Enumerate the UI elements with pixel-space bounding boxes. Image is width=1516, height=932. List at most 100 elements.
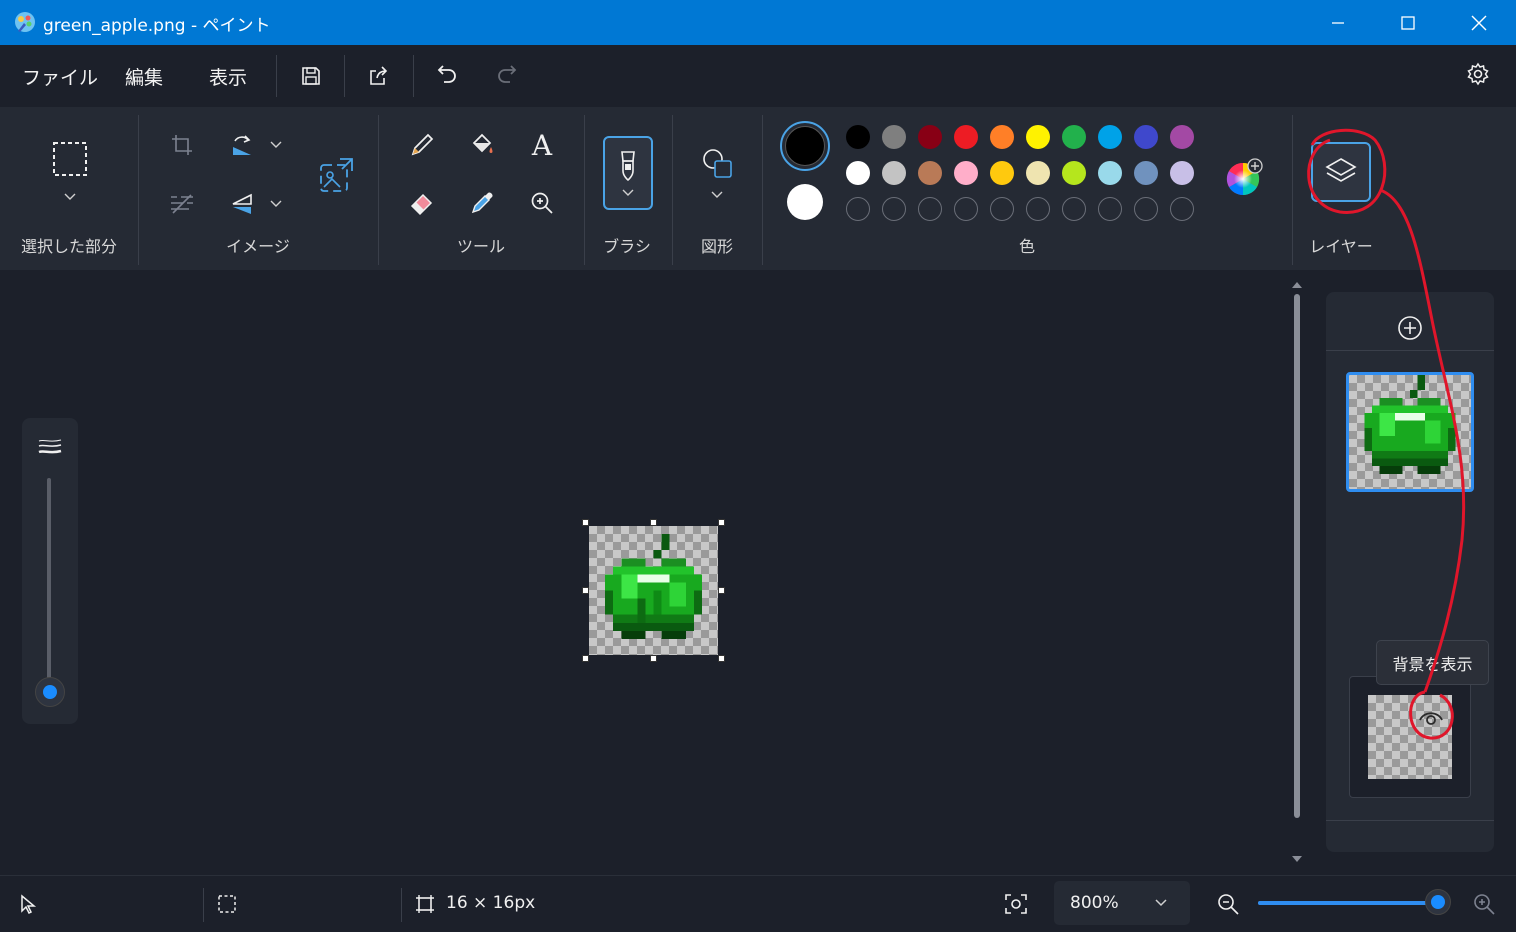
status-divider [203,888,204,922]
selection-button[interactable] [48,137,92,181]
add-layer-button[interactable] [1396,314,1424,342]
color-swatch[interactable] [918,125,942,149]
shapes-dropdown[interactable] [707,185,727,205]
canvas-size-button[interactable] [413,892,437,916]
color-swatch[interactable] [1170,125,1194,149]
share-icon [370,66,388,85]
color-swatch[interactable] [846,161,870,185]
minimize-button[interactable] [1303,0,1373,45]
custom-color-slot[interactable] [1062,197,1086,221]
resize-handle[interactable] [582,587,589,594]
rotate-button[interactable] [226,129,258,161]
custom-color-slot[interactable] [1026,197,1050,221]
brush-button[interactable] [603,136,653,210]
remove-background-button[interactable] [166,188,198,220]
color-swatch[interactable] [1098,161,1122,185]
menu-file[interactable]: ファイル [22,63,98,90]
color-swatch[interactable] [882,125,906,149]
color-swatch[interactable] [1026,161,1050,185]
show-background-button[interactable] [1416,705,1446,729]
eye-icon [1419,712,1443,725]
zoom-dropdown[interactable]: 800% [1054,881,1190,925]
resize-handle[interactable] [718,519,725,526]
maximize-button[interactable] [1373,0,1443,45]
primary-color-button[interactable] [780,121,830,171]
share-button[interactable] [361,59,395,93]
menu-view[interactable]: 表示 [209,63,247,90]
zoom-slider-track[interactable] [1258,901,1440,905]
selection-dropdown[interactable] [60,187,80,207]
brush-size-track[interactable] [47,478,51,706]
close-button[interactable] [1444,0,1514,45]
pencil-button[interactable] [404,127,440,163]
color-swatch[interactable] [1134,161,1158,185]
canvas-size-text: 16 × 16px [446,893,536,913]
resize-handle[interactable] [582,655,589,662]
custom-color-slot[interactable] [1134,197,1158,221]
undo-button[interactable] [430,57,464,91]
layer-apple-preview [1364,375,1456,474]
color-swatch[interactable] [1026,125,1050,149]
custom-color-slot[interactable] [1098,197,1122,221]
redo-icon [498,65,517,83]
color-swatch[interactable] [1062,125,1086,149]
text-button[interactable]: A [524,127,560,163]
resize-button[interactable] [314,153,358,197]
magnifier-button[interactable] [524,185,560,221]
scrollbar-thumb[interactable] [1294,294,1300,818]
zoom-slider-thumb[interactable] [1425,889,1452,915]
vertical-scrollbar[interactable] [1290,278,1304,868]
shapes-button[interactable] [697,143,737,183]
brush-size-thumb[interactable] [35,677,65,707]
zoom-in-button[interactable] [1470,890,1498,918]
color-swatch[interactable] [1134,125,1158,149]
scroll-up-icon[interactable] [1291,280,1303,290]
flip-dropdown[interactable] [266,194,286,214]
canvas-image[interactable] [589,526,718,655]
color-swatch[interactable] [990,161,1014,185]
color-picker-button[interactable] [464,185,500,221]
color-swatch[interactable] [1170,161,1194,185]
scroll-down-icon[interactable] [1291,854,1303,864]
color-swatch[interactable] [990,125,1014,149]
custom-color-slot[interactable] [882,197,906,221]
menu-edit[interactable]: 編集 [125,63,163,90]
color-swatch[interactable] [954,161,978,185]
color-swatch[interactable] [1062,161,1086,185]
secondary-color-button[interactable] [785,182,825,222]
fit-to-window-button[interactable] [1002,890,1030,918]
resize-handle[interactable] [718,655,725,662]
custom-color-slot[interactable] [846,197,870,221]
color-swatch[interactable] [954,125,978,149]
layers-button[interactable] [1311,142,1371,202]
background-layer-item[interactable] [1349,676,1471,798]
zoom-out-button[interactable] [1214,890,1242,918]
edit-colors-button[interactable] [1221,155,1265,199]
custom-color-slot[interactable] [990,197,1014,221]
color-swatch[interactable] [882,161,906,185]
custom-color-slot[interactable] [954,197,978,221]
save-button[interactable] [294,59,328,93]
resize-handle[interactable] [650,655,657,662]
crop-button[interactable] [166,129,198,161]
group-label-brush: ブラシ [603,237,651,256]
rotate-icon [233,135,251,155]
rectangle-select-icon [53,142,87,176]
flip-button[interactable] [226,188,258,220]
pointer-button[interactable] [16,892,40,916]
custom-color-slot[interactable] [1170,197,1194,221]
eraser-button[interactable] [404,185,440,221]
rotate-dropdown[interactable] [266,135,286,155]
custom-color-slot[interactable] [918,197,942,221]
color-swatch[interactable] [1098,125,1122,149]
selection-size-button[interactable] [215,892,239,916]
resize-handle[interactable] [582,519,589,526]
color-swatch[interactable] [846,125,870,149]
color-swatch[interactable] [918,161,942,185]
resize-handle[interactable] [718,587,725,594]
redo-button[interactable] [490,57,524,91]
fill-button[interactable] [464,127,500,163]
layer-thumbnail-apple[interactable] [1346,372,1474,492]
resize-handle[interactable] [650,519,657,526]
settings-button[interactable] [1461,57,1495,91]
